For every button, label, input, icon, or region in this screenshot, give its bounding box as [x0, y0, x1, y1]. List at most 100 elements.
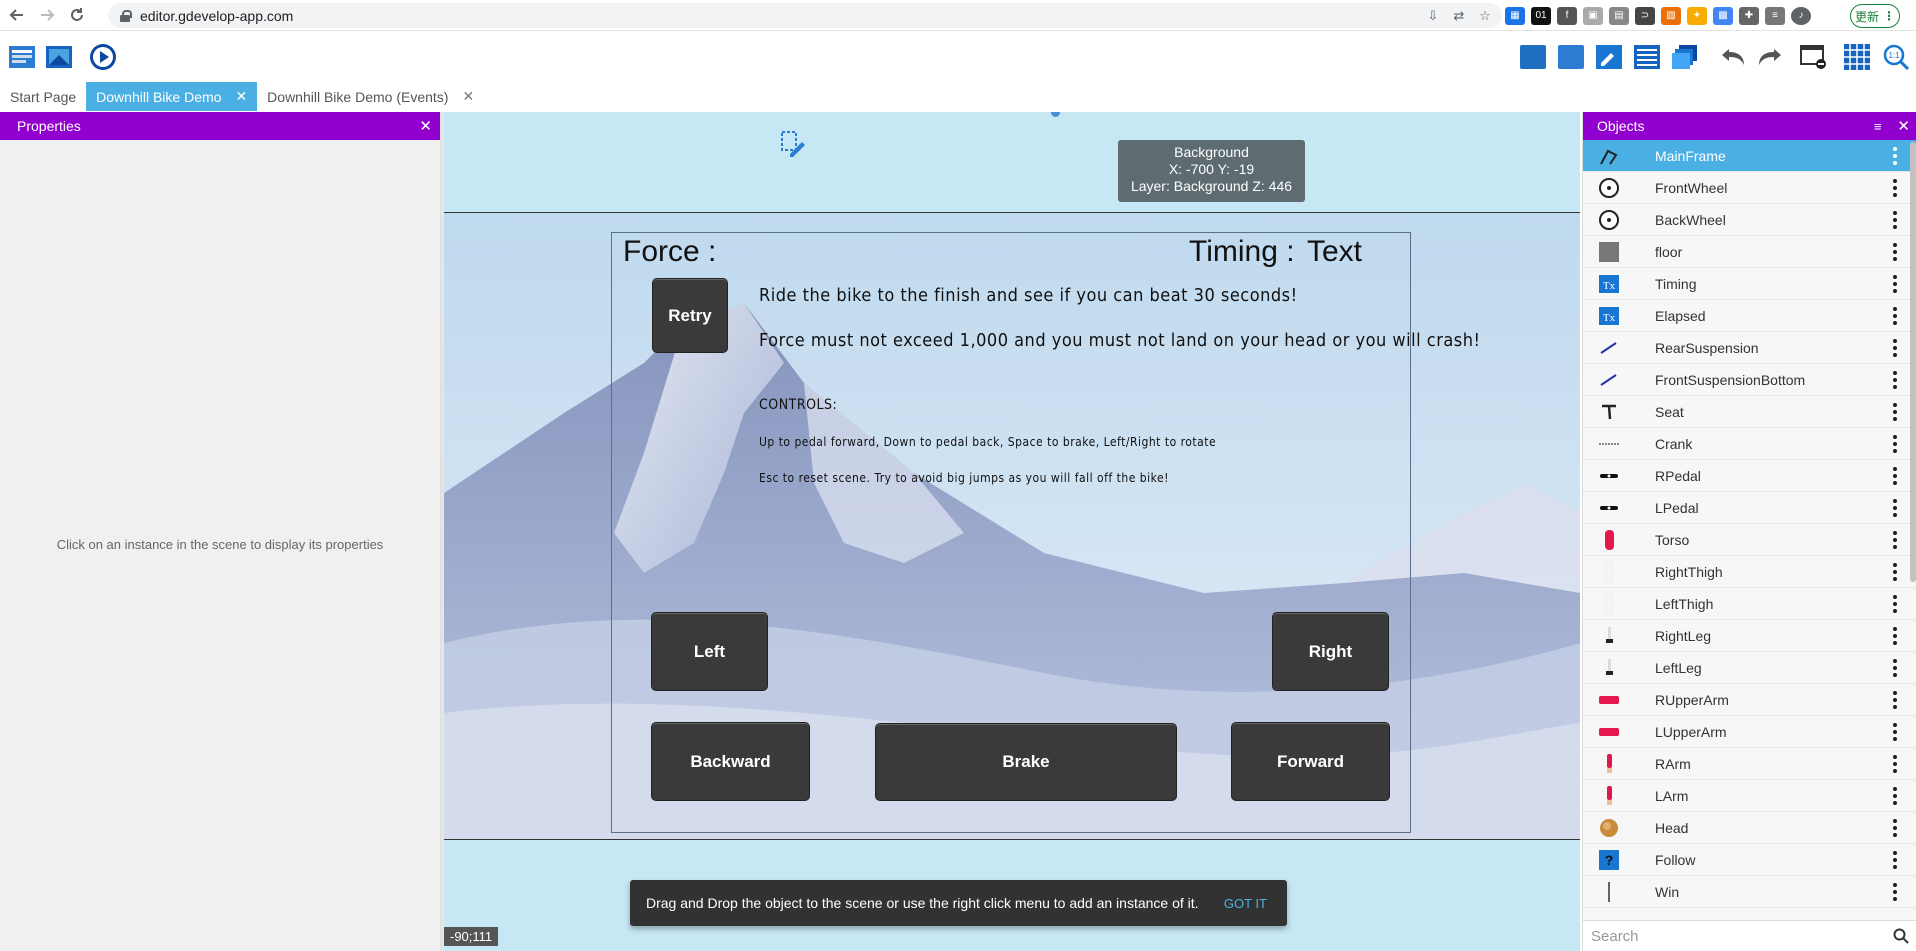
- extension-icon[interactable]: ▦: [1505, 7, 1525, 25]
- instances-list-icon[interactable]: [1633, 43, 1661, 71]
- extension-icon[interactable]: 01: [1531, 7, 1551, 25]
- window-mask-icon[interactable]: [1800, 43, 1828, 71]
- back-icon[interactable]: [6, 4, 28, 26]
- object-item[interactable]: Crank: [1583, 428, 1916, 460]
- puzzle-icon[interactable]: ✚: [1739, 7, 1759, 25]
- extension-icon[interactable]: ⊃: [1635, 7, 1655, 25]
- more-options-icon[interactable]: [1893, 883, 1897, 901]
- more-options-icon[interactable]: [1893, 179, 1897, 197]
- translate-icon[interactable]: ⇄: [1452, 8, 1466, 23]
- object-item[interactable]: floor: [1583, 236, 1916, 268]
- object-item[interactable]: BackWheel: [1583, 204, 1916, 236]
- scene-canvas[interactable]: Background X: -700 Y: -19 Layer: Backgro…: [444, 112, 1580, 951]
- object-item[interactable]: Head: [1583, 812, 1916, 844]
- address-bar[interactable]: editor.gdevelop-app.com ⇩ ⇄ ☆: [108, 3, 1502, 28]
- object-item[interactable]: Seat: [1583, 396, 1916, 428]
- brake-button[interactable]: Brake: [875, 723, 1177, 801]
- object-item[interactable]: RearSuspension: [1583, 332, 1916, 364]
- reading-list-icon[interactable]: ≡: [1765, 7, 1785, 25]
- close-icon[interactable]: ✕: [235, 88, 247, 105]
- close-icon[interactable]: ✕: [462, 88, 474, 105]
- filter-icon[interactable]: ≡: [1874, 119, 1882, 134]
- more-options-icon[interactable]: [1893, 211, 1897, 229]
- objects-panel-icon[interactable]: [1519, 43, 1547, 71]
- more-options-icon[interactable]: [1893, 275, 1897, 293]
- more-options-icon[interactable]: [1893, 659, 1897, 677]
- object-item[interactable]: ? Follow: [1583, 844, 1916, 876]
- reload-icon[interactable]: [66, 4, 88, 26]
- more-options-icon[interactable]: [1893, 723, 1897, 741]
- more-options-icon[interactable]: [1893, 691, 1897, 709]
- close-icon[interactable]: ✕: [1897, 117, 1910, 135]
- more-options-icon[interactable]: [1893, 147, 1897, 165]
- extension-icon[interactable]: ✦: [1687, 7, 1707, 25]
- object-item[interactable]: RArm: [1583, 748, 1916, 780]
- star-icon[interactable]: ☆: [1478, 8, 1492, 23]
- more-options-icon[interactable]: [1893, 243, 1897, 261]
- retry-button[interactable]: Retry: [652, 278, 728, 353]
- more-options-icon[interactable]: [1893, 339, 1897, 357]
- project-manager-icon[interactable]: [8, 43, 36, 71]
- backward-button[interactable]: Backward: [651, 722, 810, 801]
- extension-icon[interactable]: ▣: [1583, 7, 1603, 25]
- object-item[interactable]: LeftThigh: [1583, 588, 1916, 620]
- extension-icon[interactable]: ▤: [1609, 7, 1629, 25]
- object-item[interactable]: RightThigh: [1583, 556, 1916, 588]
- object-groups-icon[interactable]: [1557, 43, 1585, 71]
- got-it-button[interactable]: GOT IT: [1224, 896, 1267, 911]
- object-item[interactable]: RightLeg: [1583, 620, 1916, 652]
- avatar[interactable]: ♪: [1791, 7, 1811, 25]
- object-item[interactable]: Torso: [1583, 524, 1916, 556]
- zoom-icon[interactable]: 1:1: [1882, 43, 1910, 71]
- resize-handle[interactable]: [1051, 112, 1060, 117]
- tab-events[interactable]: Downhill Bike Demo (Events) ✕: [257, 82, 484, 111]
- tab-scene[interactable]: Downhill Bike Demo ✕: [86, 82, 258, 111]
- properties-panel-icon[interactable]: [1595, 43, 1623, 71]
- object-item[interactable]: RUpperArm: [1583, 684, 1916, 716]
- more-options-icon[interactable]: [1893, 627, 1897, 645]
- more-options-icon[interactable]: [1893, 531, 1897, 549]
- layers-icon[interactable]: [1671, 43, 1699, 71]
- object-item[interactable]: LeftLeg: [1583, 652, 1916, 684]
- tab-start-page[interactable]: Start Page: [0, 82, 86, 111]
- more-options-icon[interactable]: [1893, 851, 1897, 869]
- object-item[interactable]: RPedal: [1583, 460, 1916, 492]
- search-input[interactable]: Search: [1583, 920, 1916, 951]
- extension-icon[interactable]: ▧: [1661, 7, 1681, 25]
- more-options-icon[interactable]: [1893, 499, 1897, 517]
- extension-icon[interactable]: ▩: [1713, 7, 1733, 25]
- forward-button[interactable]: Forward: [1231, 722, 1390, 801]
- grid-icon[interactable]: [1843, 43, 1871, 71]
- search-icon[interactable]: [1893, 928, 1909, 944]
- object-item[interactable]: FrontWheel: [1583, 172, 1916, 204]
- install-icon[interactable]: ⇩: [1426, 8, 1440, 23]
- update-button[interactable]: 更新 ⋮: [1850, 4, 1900, 28]
- more-options-icon[interactable]: [1893, 371, 1897, 389]
- close-icon[interactable]: ✕: [419, 117, 432, 135]
- object-item[interactable]: LArm: [1583, 780, 1916, 812]
- object-item[interactable]: Win: [1583, 876, 1916, 908]
- more-options-icon[interactable]: [1893, 467, 1897, 485]
- scene-icon[interactable]: [45, 43, 73, 71]
- undo-icon[interactable]: [1719, 43, 1747, 71]
- more-options-icon[interactable]: [1893, 755, 1897, 773]
- more-options-icon[interactable]: [1893, 435, 1897, 453]
- object-item[interactable]: Tx Elapsed: [1583, 300, 1916, 332]
- object-item[interactable]: MainFrame: [1583, 140, 1916, 172]
- object-item[interactable]: LUpperArm: [1583, 716, 1916, 748]
- left-button[interactable]: Left: [651, 612, 768, 691]
- forward-icon[interactable]: [36, 4, 58, 26]
- more-options-icon[interactable]: [1893, 307, 1897, 325]
- edit-object-icon[interactable]: [778, 130, 808, 160]
- redo-icon[interactable]: [1756, 43, 1784, 71]
- extension-icon[interactable]: f: [1557, 7, 1577, 25]
- more-options-icon[interactable]: [1893, 819, 1897, 837]
- object-item[interactable]: Tx Timing: [1583, 268, 1916, 300]
- more-options-icon[interactable]: [1893, 787, 1897, 805]
- scrollbar[interactable]: [1910, 142, 1916, 582]
- preview-play-icon[interactable]: [89, 43, 117, 71]
- more-options-icon[interactable]: [1893, 595, 1897, 613]
- more-options-icon[interactable]: [1893, 563, 1897, 581]
- object-item[interactable]: LPedal: [1583, 492, 1916, 524]
- object-item[interactable]: FrontSuspensionBottom: [1583, 364, 1916, 396]
